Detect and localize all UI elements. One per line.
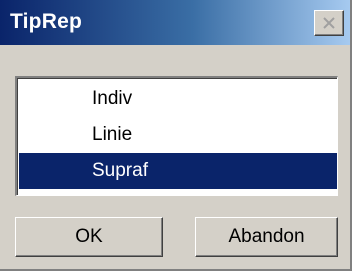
window-title: TipRep xyxy=(10,10,82,33)
list-item-label: Linie xyxy=(92,124,133,145)
ok-button[interactable]: OK xyxy=(15,217,163,257)
list-item-label: Supraf xyxy=(92,160,148,181)
close-icon xyxy=(323,17,335,29)
list-item-supraf[interactable]: Supraf xyxy=(19,153,337,189)
abandon-button-label: Abandon xyxy=(228,226,305,247)
list-item-linie[interactable]: Linie xyxy=(19,117,337,153)
list-item-indiv[interactable]: Indiv xyxy=(19,81,337,117)
type-listbox[interactable]: Indiv Linie Supraf xyxy=(15,76,338,196)
title-bar[interactable]: TipRep xyxy=(0,0,350,45)
dialog-window: TipRep Indiv Linie Supraf OK Abandon xyxy=(0,0,352,271)
abandon-button[interactable]: Abandon xyxy=(195,217,338,257)
ok-button-label: OK xyxy=(75,226,103,247)
close-button[interactable] xyxy=(314,10,344,36)
list-item-label: Indiv xyxy=(92,88,133,109)
